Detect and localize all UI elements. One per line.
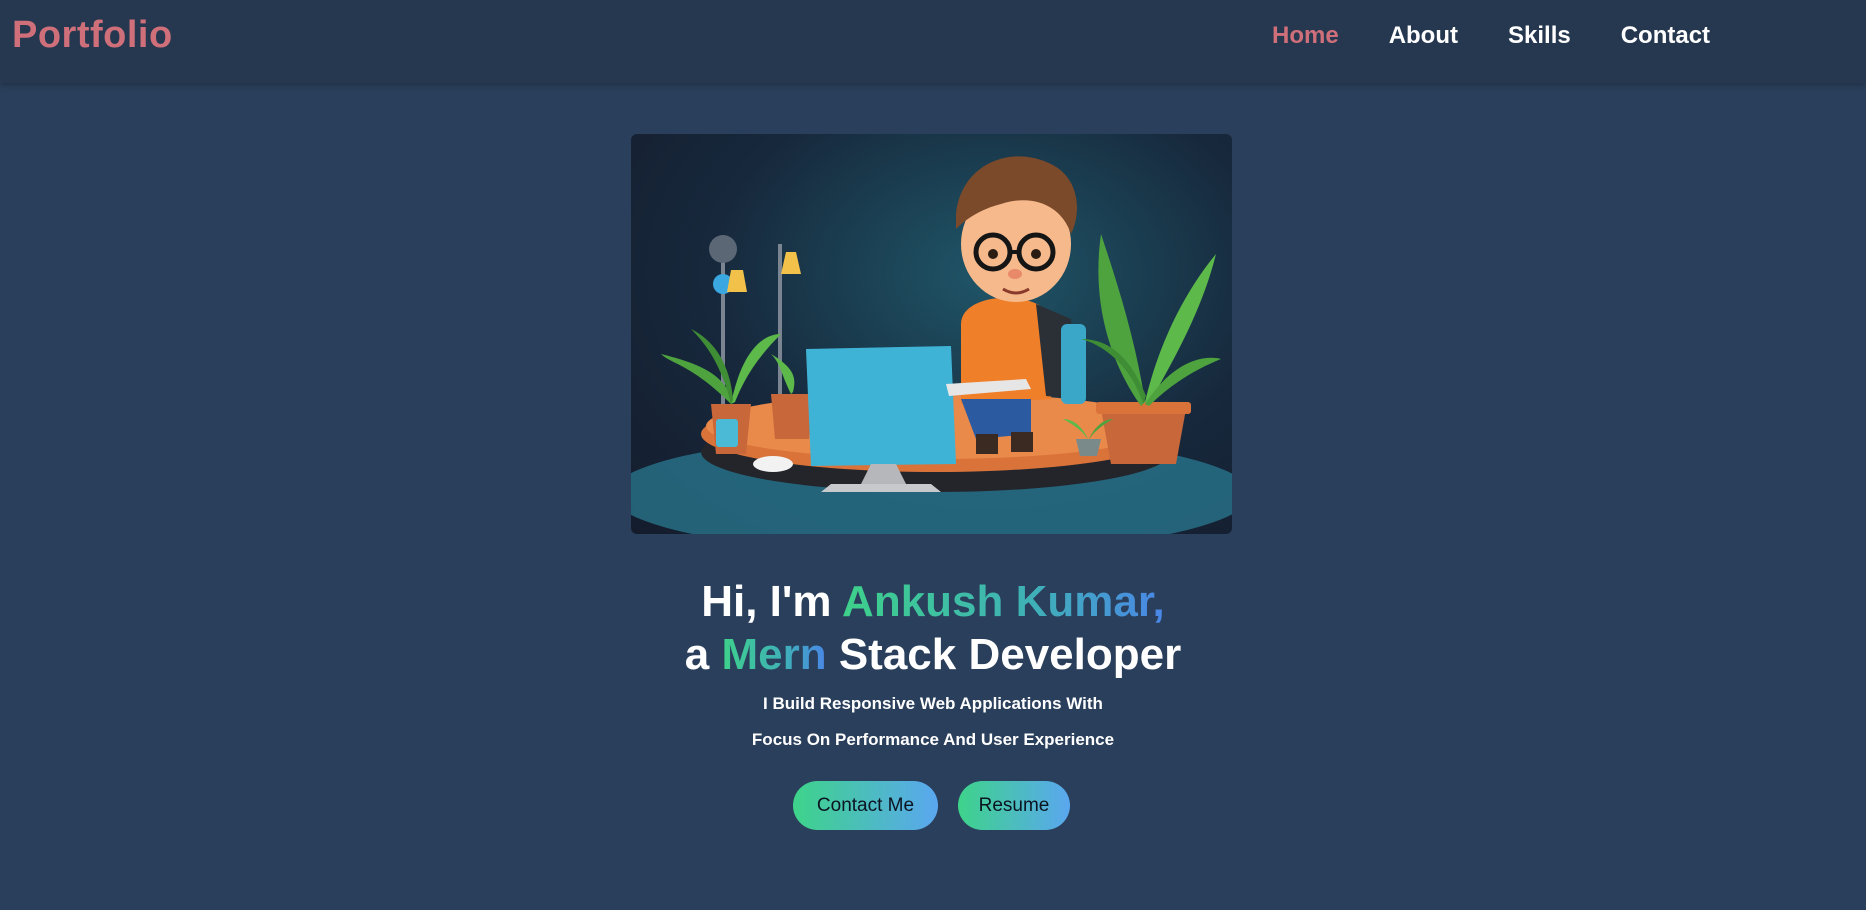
resume-button[interactable]: Resume: [958, 781, 1070, 830]
contact-me-button[interactable]: Contact Me: [793, 781, 938, 830]
role-text: Stack Developer: [838, 630, 1182, 679]
logo[interactable]: Portfolio: [12, 14, 173, 57]
nav-contact[interactable]: Contact: [1621, 22, 1710, 50]
greeting-text: Hi, I'm: [701, 577, 832, 626]
hero-subtitle-line2: Focus On Performance And User Experience: [751, 730, 1115, 749]
hero-subtitle-line1: I Build Responsive Web Applications With: [763, 694, 1103, 713]
nav-skills[interactable]: Skills: [1508, 22, 1571, 50]
nav-home[interactable]: Home: [1272, 22, 1339, 50]
hero-heading-line1: Hi, I'm Ankush Kumar,: [0, 576, 1866, 628]
nav-links: Home About Skills Contact: [1272, 22, 1760, 50]
article-text: a: [684, 630, 710, 679]
nav-about[interactable]: About: [1389, 22, 1458, 50]
hero-illustration: [631, 134, 1232, 534]
hero-buttons: Contact Me Resume: [793, 781, 1070, 830]
stack-name: Mern: [721, 630, 827, 679]
navbar: Portfolio Home About Skills Contact: [0, 0, 1866, 83]
developer-name: Ankush Kumar,: [842, 577, 1165, 626]
hero-heading-line2: a Mern Stack Developer: [0, 629, 1866, 681]
